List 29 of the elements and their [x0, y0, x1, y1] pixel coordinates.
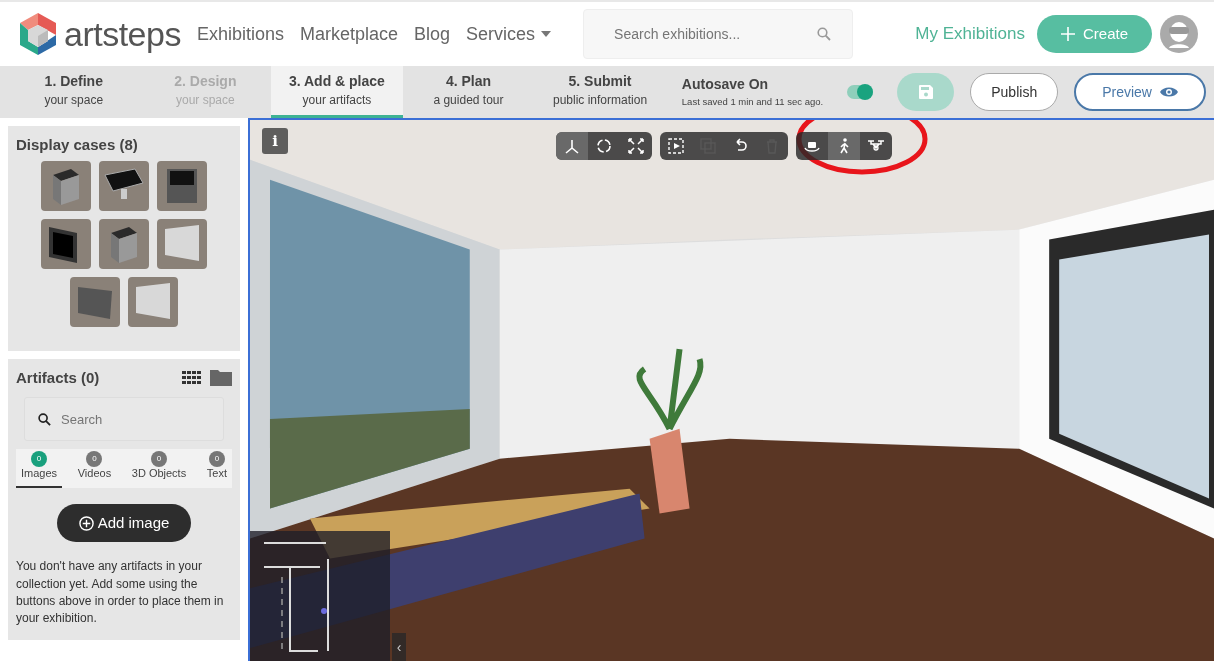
artifact-tab[interactable]: 0 Videos: [72, 449, 117, 489]
step-tab[interactable]: 3. Add & place your artifacts: [271, 66, 403, 118]
search-field[interactable]: Search: [24, 397, 224, 441]
artifact-tab[interactable]: 0 3D Objects: [126, 449, 192, 489]
count-badge: 0: [150, 451, 167, 467]
step-tab[interactable]: 5. Submit public information: [534, 66, 666, 118]
count-badge: 0: [31, 451, 48, 467]
autosave-status: Last saved 1 min and 11 sec ago.: [681, 95, 824, 110]
panel-title: Display cases (8): [16, 135, 139, 155]
logo-text[interactable]: artsteps: [64, 17, 181, 51]
step-tab[interactable]: 4. Plan a guided tour: [402, 66, 535, 118]
add-image-button[interactable]: Add image: [56, 504, 192, 543]
nav-link[interactable]: Marketplace: [300, 20, 399, 48]
artifact-tab[interactable]: 0 Text: [201, 449, 232, 489]
search-field[interactable]: Search exhibitions...: [583, 9, 854, 59]
collapse-button[interactable]: ‹: [392, 633, 406, 661]
info-button[interactable]: i: [262, 128, 288, 154]
count-badge: 0: [208, 451, 225, 467]
step-tab[interactable]: 1. Define your space: [8, 66, 140, 118]
nav-link[interactable]: Blog: [414, 20, 451, 48]
autosave-label: Autosave On: [681, 75, 770, 95]
nav-dropdown[interactable]: Services: [466, 20, 552, 48]
empty-collection-message: You don't have any artifacts in your collection yet. Add some using the buttons above in order to place them in your exhibition.: [16, 558, 225, 628]
preview-button[interactable]: Preview: [1074, 73, 1206, 111]
panel-title: Artifacts (0): [16, 367, 100, 388]
count-badge: 0: [86, 451, 103, 467]
nav-link[interactable]: Exhibitions: [196, 20, 284, 48]
artifact-tab[interactable]: 0 Images: [16, 449, 63, 489]
publish-button[interactable]: Publish: [970, 73, 1059, 111]
